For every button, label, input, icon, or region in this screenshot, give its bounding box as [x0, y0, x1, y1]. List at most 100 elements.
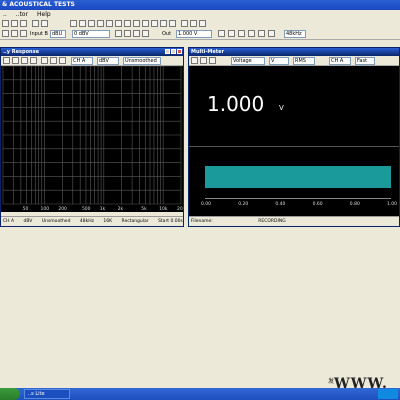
help-icon[interactable]	[199, 20, 206, 27]
freq-smoothing-select[interactable]: Unsmoothed	[123, 57, 161, 65]
mode-icon[interactable]	[248, 30, 255, 37]
meter-reading-unit: V	[279, 104, 284, 112]
cursor-icon[interactable]	[12, 57, 19, 64]
save-icon[interactable]	[20, 20, 27, 27]
taskbar-item[interactable]: ..s Lite	[24, 389, 70, 399]
record-icon[interactable]	[20, 30, 27, 37]
generator-icon[interactable]	[142, 30, 149, 37]
meter-mode-select[interactable]: Voltage	[231, 57, 265, 65]
meter-status-bar: Filename: RECORDING	[189, 216, 399, 226]
menu-item[interactable]: ..	[3, 11, 7, 18]
meter-window-titlebar[interactable]: Multi-Meter	[189, 48, 399, 56]
meter-reading: 1.000	[207, 92, 265, 116]
impulse-icon[interactable]	[133, 20, 140, 27]
meter-scale-tick: 0.80	[349, 202, 360, 207]
meter-level-bar	[205, 166, 391, 188]
sample-rate-field[interactable]: 48kHz	[284, 30, 306, 38]
calibrate-icon[interactable]	[169, 20, 176, 27]
stepper-icon[interactable]	[238, 30, 245, 37]
x-tick-label: 200	[58, 206, 67, 212]
spectrum-icon[interactable]	[88, 20, 95, 27]
x-tick-label: 500	[82, 206, 91, 212]
play-icon[interactable]	[2, 30, 9, 37]
delay-icon[interactable]	[151, 20, 158, 27]
noise-icon[interactable]	[133, 30, 140, 37]
multi-meter-window: Multi-Meter Voltage V RMS CH A Fast 1.00…	[188, 47, 400, 227]
scope-icon[interactable]	[97, 20, 104, 27]
mute-icon[interactable]	[228, 30, 235, 37]
sweep-icon[interactable]	[124, 20, 131, 27]
open-icon[interactable]	[11, 20, 18, 27]
freq-unit-select[interactable]: dBV	[97, 57, 119, 65]
scale-icon[interactable]	[21, 57, 28, 64]
hold-icon[interactable]	[50, 57, 57, 64]
freq-status-bar: CH A dBV Unsmoothed 48kHz 16K Rectangula…	[1, 216, 183, 226]
input-level-field[interactable]: 0 dBV	[72, 30, 110, 38]
window-icon[interactable]	[181, 20, 188, 27]
close-icon[interactable]	[177, 49, 182, 54]
link-icon[interactable]	[218, 30, 225, 37]
taskbar: ..s Lite	[0, 388, 400, 400]
meter-window-toolbar: Voltage V RMS CH A Fast	[189, 56, 399, 66]
status-fft: 16K	[103, 219, 113, 224]
balance-icon[interactable]	[258, 30, 265, 37]
freq-response-plot[interactable]: 50 100 200 500 1k 2k 5k 10k 20k	[1, 66, 183, 212]
freq-window-title: ..y Response	[3, 49, 39, 55]
sine-icon[interactable]	[124, 30, 131, 37]
freq-channel-select[interactable]: CH A	[71, 57, 93, 65]
print-icon[interactable]	[32, 20, 39, 27]
meter-channel-select[interactable]: CH A	[329, 57, 351, 65]
meter-scale-axis	[205, 198, 391, 199]
stop-icon[interactable]	[11, 30, 18, 37]
meter-status-file: Filename:	[191, 219, 213, 224]
status-rate: 48kHz	[79, 219, 94, 224]
zoom-icon[interactable]	[3, 57, 10, 64]
menu-item[interactable]: ..tor	[16, 11, 28, 18]
maximize-icon[interactable]	[171, 49, 176, 54]
toolbar-controls: Input B dBU 0 dBV Out 1.000 V 48kHz	[0, 29, 400, 40]
x-tick-label: 20k	[177, 206, 183, 212]
input-label: Input B	[30, 31, 48, 37]
marker-icon[interactable]	[41, 57, 48, 64]
new-icon[interactable]	[2, 20, 9, 27]
meter-scale-tick: 0.00	[201, 202, 212, 207]
freq-window-titlebar[interactable]: ..y Response	[1, 48, 183, 56]
hold-icon[interactable]	[191, 57, 198, 64]
meter-unit-select[interactable]: V	[269, 57, 289, 65]
meter-icon[interactable]	[79, 20, 86, 27]
output-level-field[interactable]: 1.000 V	[176, 30, 212, 38]
waveform-icon[interactable]	[115, 30, 122, 37]
average-icon[interactable]	[59, 57, 66, 64]
status-smoothing: Unsmoothed	[41, 219, 71, 224]
meter-speed-select[interactable]: Fast	[355, 57, 375, 65]
app-titlebar: & ACOUSTICAL TESTS	[0, 0, 400, 10]
x-tick-label: 1k	[100, 206, 106, 212]
filter-icon[interactable]	[106, 20, 113, 27]
x-tick-label: 10k	[159, 206, 168, 212]
minimize-icon[interactable]	[165, 49, 170, 54]
x-tick-label: 5k	[141, 206, 147, 212]
meter-window-title: Multi-Meter	[191, 49, 225, 55]
phase-icon[interactable]	[142, 20, 149, 27]
menu-item-help[interactable]: Help	[37, 11, 51, 18]
out-label: Out	[162, 31, 172, 37]
sync-icon[interactable]	[268, 30, 275, 37]
graph-icon[interactable]	[70, 20, 77, 27]
reset-icon[interactable]	[200, 57, 207, 64]
meter-display: 1.000 V 0.00 0.20 0.40 0.60 0.80 1.00	[189, 66, 399, 216]
meter-scale-tick: 0.40	[275, 202, 286, 207]
freq-window-toolbar: CH A dBV Unsmoothed	[1, 56, 183, 66]
app-title: & ACOUSTICAL TESTS	[2, 1, 75, 8]
wave-icon[interactable]	[115, 20, 122, 27]
trace-icon[interactable]	[30, 57, 37, 64]
tile-icon[interactable]	[190, 20, 197, 27]
input-unit-field[interactable]: dBU	[50, 30, 66, 38]
start-button[interactable]	[0, 388, 20, 400]
meter-rms-select[interactable]: RMS	[293, 57, 315, 65]
config-icon[interactable]	[160, 20, 167, 27]
system-tray	[378, 389, 398, 399]
status-unit: dBV	[23, 219, 33, 224]
copy-icon[interactable]	[41, 20, 48, 27]
x-tick-label: 2k	[118, 206, 124, 212]
ref-icon[interactable]	[209, 57, 216, 64]
